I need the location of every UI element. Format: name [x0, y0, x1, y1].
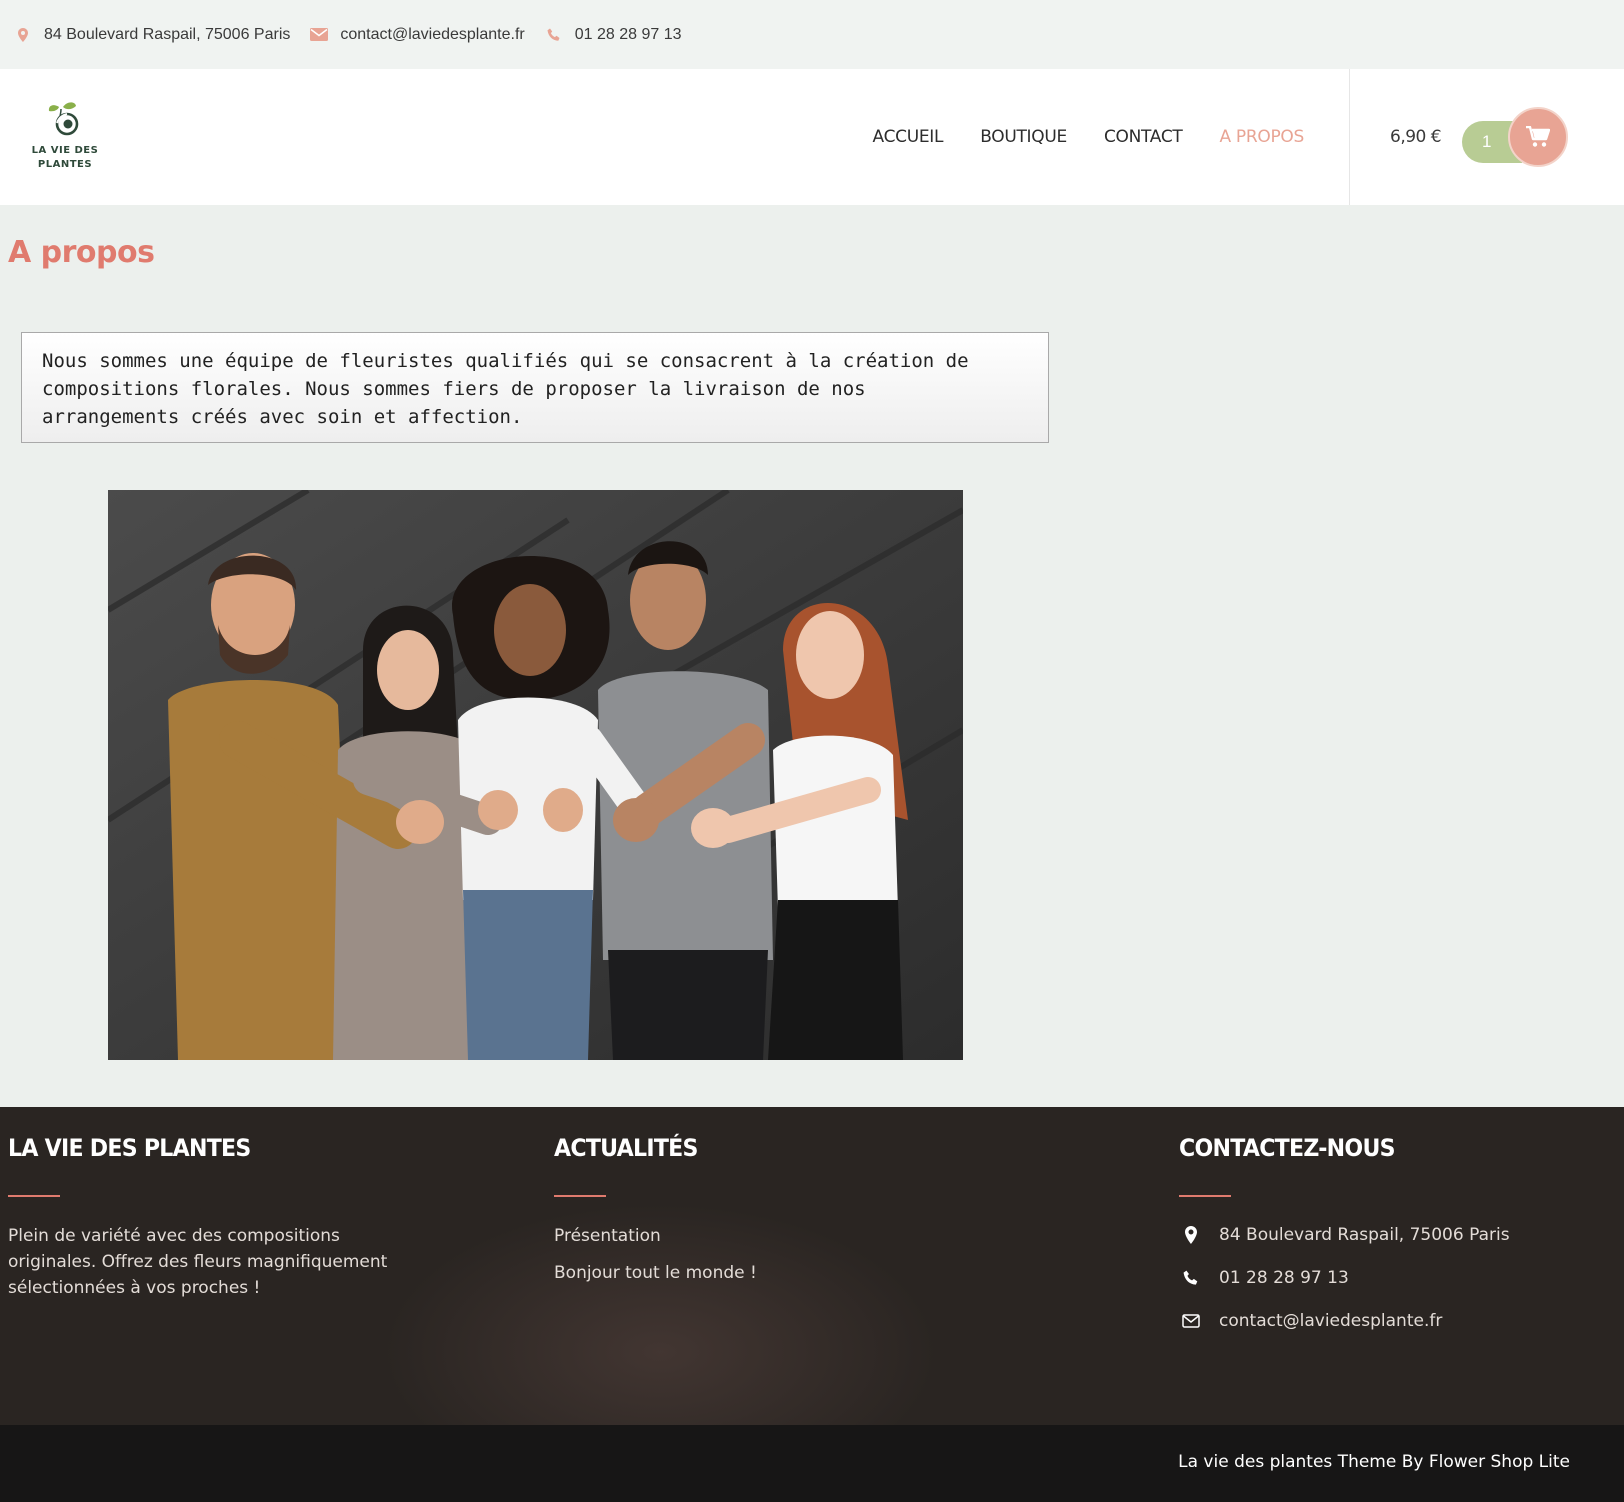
site-logo[interactable]: LA VIE DES PLANTES — [30, 101, 100, 173]
footer-contact-email-text[interactable]: contact@laviedesplante.fr — [1219, 1311, 1442, 1331]
intro-line-2: compositions florales. Nous sommes fiers… — [42, 378, 866, 400]
footer-contact-phone[interactable]: 01 28 28 97 13 — [1179, 1268, 1619, 1288]
logo-line1: LA VIE DES — [31, 145, 99, 156]
footer-news-link-bonjour[interactable]: Bonjour tout le monde ! — [554, 1260, 1054, 1286]
footer-col-about: LA VIE DES PLANTES Plein de variété avec… — [8, 1107, 488, 1301]
footer-bottom-bar: La vie des plantes Theme By Flower Shop … — [0, 1425, 1624, 1502]
footer-contact-email[interactable]: contact@laviedesplante.fr — [1179, 1311, 1619, 1331]
intro-line-1: Nous sommes une équipe de fleuristes qua… — [42, 350, 969, 372]
site-header: LA VIE DES PLANTES ACCUEIL BOUTIQUE CONT… — [0, 69, 1624, 205]
cart-total[interactable]: 6,90 € — [1390, 69, 1442, 205]
footer-about-rule — [8, 1195, 60, 1197]
footer-contact-phone-text[interactable]: 01 28 28 97 13 — [1219, 1268, 1349, 1288]
envelope-icon — [310, 28, 329, 41]
footer-col-news: ACTUALITÉS Présentation Bonjour tout le … — [554, 1107, 1054, 1286]
nav-boutique[interactable]: BOUTIQUE — [980, 127, 1067, 147]
intro-line-3: arrangements créés avec soin et affectio… — [42, 406, 523, 428]
team-photo — [108, 490, 963, 1060]
map-pin-icon — [1179, 1226, 1203, 1244]
footer-about-line-3: sélectionnées à vos proches ! — [8, 1278, 261, 1298]
map-pin-icon — [14, 27, 32, 42]
footer-contact-rule — [1179, 1195, 1231, 1197]
footer-col-contact: CONTACTEZ-NOUS 84 Boulevard Raspail, 750… — [1179, 1107, 1619, 1331]
cart-button[interactable] — [1508, 107, 1568, 167]
nav-contact[interactable]: CONTACT — [1104, 127, 1183, 147]
footer-about-text: Plein de variété avec des compositions o… — [8, 1223, 488, 1301]
intro-text-box: Nous sommes une équipe de fleuristes qua… — [21, 332, 1049, 443]
topbar-email[interactable]: contact@laviedesplante.fr — [310, 26, 525, 44]
site-footer: LA VIE DES PLANTES Plein de variété avec… — [0, 1107, 1624, 1425]
topbar-phone[interactable]: 01 28 28 97 13 — [545, 26, 682, 44]
logo-sprout-icon — [48, 102, 79, 136]
main-nav: ACCUEIL BOUTIQUE CONTACT A PROPOS — [836, 69, 1305, 205]
footer-about-title: LA VIE DES PLANTES — [8, 1134, 251, 1162]
topbar-address-text: 84 Boulevard Raspail, 75006 Paris — [44, 25, 291, 43]
footer-about-line-2: originales. Offrez des fleurs magnifique… — [8, 1252, 388, 1272]
footer-contact-title: CONTACTEZ-NOUS — [1179, 1134, 1396, 1162]
nav-a-propos[interactable]: A PROPOS — [1219, 127, 1304, 147]
footer-news-link-presentation[interactable]: Présentation — [554, 1223, 1054, 1249]
topbar-email-text[interactable]: contact@laviedesplante.fr — [340, 26, 524, 44]
cart-icon — [1526, 126, 1550, 147]
footer-contact-address-text: 84 Boulevard Raspail, 75006 Paris — [1219, 1225, 1510, 1245]
logo-line2: PLANTES — [37, 159, 93, 170]
footer-credits[interactable]: La vie des plantes Theme By Flower Shop … — [1178, 1452, 1570, 1472]
topbar-phone-text[interactable]: 01 28 28 97 13 — [575, 26, 682, 44]
footer-contact-address: 84 Boulevard Raspail, 75006 Paris — [1179, 1225, 1619, 1245]
page-title: A propos — [8, 235, 155, 270]
nav-accueil[interactable]: ACCUEIL — [873, 127, 944, 147]
phone-icon — [545, 28, 563, 42]
topbar-address: 84 Boulevard Raspail, 75006 Paris — [14, 26, 290, 44]
footer-news-rule — [554, 1195, 606, 1197]
header-divider — [1349, 69, 1350, 205]
footer-news-title: ACTUALITÉS — [554, 1134, 698, 1162]
phone-icon — [1179, 1270, 1203, 1286]
footer-about-line-1: Plein de variété avec des compositions — [8, 1226, 340, 1246]
top-contact-bar: 84 Boulevard Raspail, 75006 Paris contac… — [0, 0, 1624, 69]
envelope-icon — [1179, 1314, 1203, 1328]
